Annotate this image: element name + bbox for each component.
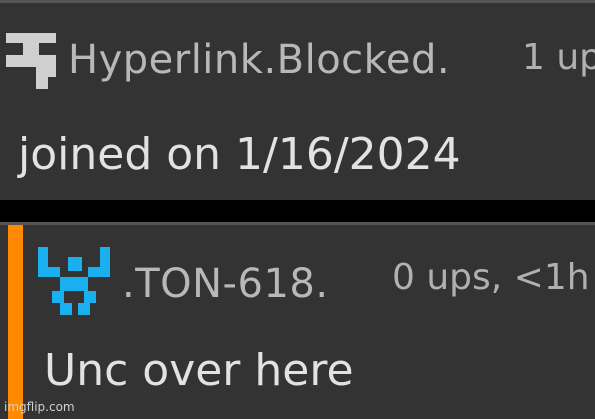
comment-timestamp: 0 ups, <1h bbox=[392, 257, 590, 298]
comment-card: .TON-618. 0 ups, <1h Unc over here bbox=[0, 222, 595, 419]
pixel-avatar-icon[interactable] bbox=[6, 33, 56, 89]
comment-accent-bar bbox=[8, 225, 23, 419]
comment-upvote-count: 1 ups bbox=[522, 37, 595, 78]
comment-card: Hyperlink.Blocked. 1 ups joined on 1/16/… bbox=[0, 0, 595, 200]
comment-username[interactable]: Hyperlink.Blocked. bbox=[68, 37, 450, 83]
comment-username[interactable]: .TON-618. bbox=[122, 261, 329, 307]
comment-body: joined on 1/16/2024 bbox=[18, 129, 461, 180]
watermark-text: imgflip.com bbox=[4, 400, 75, 414]
comment-body: Unc over here bbox=[44, 345, 354, 396]
pixel-avatar-icon[interactable] bbox=[38, 247, 110, 315]
